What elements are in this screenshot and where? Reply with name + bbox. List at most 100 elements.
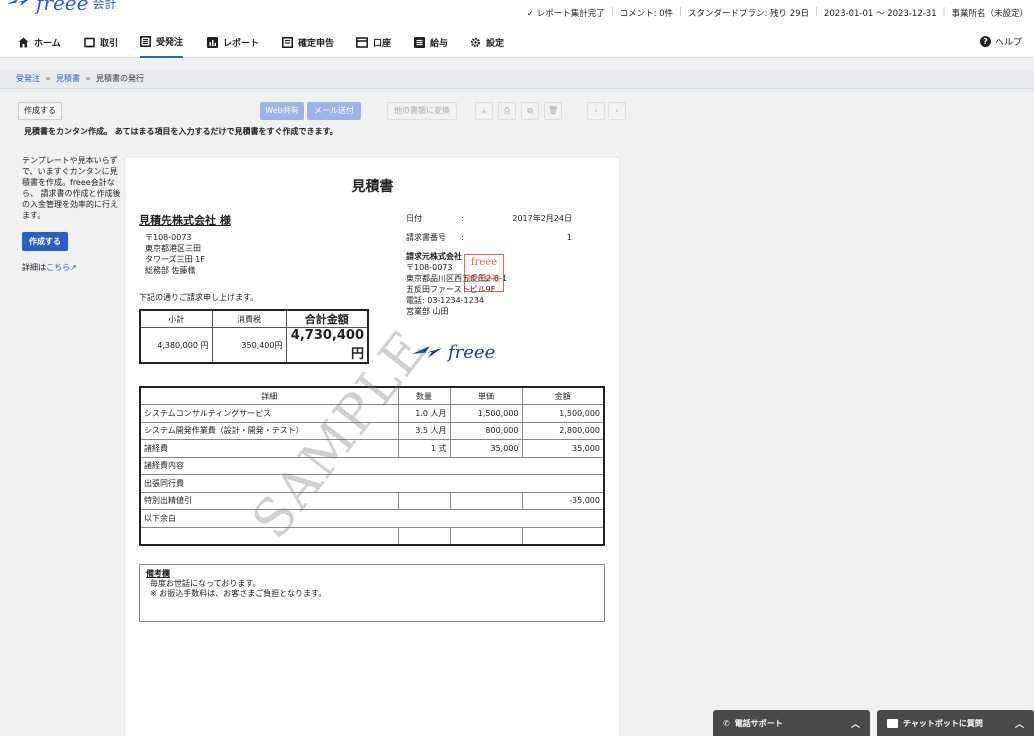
order-icon [140,35,151,47]
detail-cell: 35,000 [449,439,523,458]
detail-cell: 以下余白 [139,509,605,528]
divider: | [610,7,614,17]
account-icon [356,36,368,48]
top-status-bar: freee 会計 ✓ レポート集計完了 | コメント: 0件 | スタンダードプラン… [0,0,1034,26]
nav-label: ホーム [34,38,61,49]
nav-item-tax-return[interactable]: 確定申告 [282,26,334,58]
detail-cell: 諸経費内容 [139,456,605,475]
nav-label: 取引 [100,38,119,49]
report-icon [207,36,218,48]
address-line: 東京都港区三田 [145,244,201,253]
company-seal: freee 株式会社 [464,254,504,292]
estimate-document: 見積書 見積先株式会社 様 〒108-0073 東京都港区三田 タワーズ三田 1… [126,158,619,736]
subtotal-value: 4,380,000 円 [139,327,213,364]
create-button[interactable]: 作成する [18,102,62,120]
tax-return-icon [282,36,293,48]
nav-item-orders[interactable]: 受発注 [140,26,184,58]
chat-icon [887,718,898,728]
lead-text: 下記の通りご請求申し上げます。 [139,293,259,302]
meta-colon: : [461,214,464,223]
nav-label: レポート [223,38,260,49]
detail-cell [397,526,451,545]
web-share-button[interactable]: Web共有 [260,102,304,120]
help-link[interactable]: ? ヘルプ [979,35,1022,48]
more-link[interactable]: こちら [46,263,70,272]
chevron-up-icon: ︿ [1014,719,1024,730]
meta-row: 請求書番号: 1 [406,231,572,244]
detail-cell: 特別出精値引 [139,491,399,510]
nav-label: 給与 [430,38,449,49]
detail-header: 金額 [521,386,605,405]
nav-item-payroll[interactable]: 給与 [414,26,448,58]
detail-header-row: 詳細 数量 単価 金額 [139,386,605,405]
convert-button[interactable]: 他の書類に変換 [387,102,457,120]
address-line: タワーズ三田 1F [145,255,205,264]
download-icon[interactable]: ⤓ [475,102,493,120]
detail-cell: 諸経費 [139,439,399,458]
total-value: 4,730,400円 [285,327,369,364]
plan-status[interactable]: スタンダードプラン: 残り 29日 [688,7,809,19]
nav-item-transactions[interactable]: 取引 [84,26,118,58]
table-row: 特別出精値引 -35,000 [139,491,605,510]
detail-cell: 1,500,000 [521,404,605,423]
breadcrumb-current: 見積書の発行 [96,74,144,83]
sidebar-create-button[interactable]: 作成する [22,232,68,251]
detail-cell [449,491,523,510]
address-line: 〒108-0073 [145,233,192,242]
detail-cell: 出張同行費 [139,474,605,493]
seal-line: freee [470,257,498,268]
phone-support-label-group: ✆ 電話サポート [723,718,783,729]
copy-icon[interactable]: ⧉ [521,102,539,120]
toolbar: 作成する Web共有 メール送付 他の書類に変換 ⤓ ⎙ ⧉ 🗑 ‹ › 見積書… [0,96,1034,136]
comment-count[interactable]: コメント: 0件 [620,7,673,19]
toolbar-description: 見積書をカンタン作成。 あてはまる項目を入力するだけで見積書をすぐ作成できます。 [24,127,338,136]
meta-row: 日付: 2017年2月24日 [406,212,572,225]
divider: | [815,7,818,17]
breadcrumb: 受発注 » 見積書 » 見積書の発行 [0,69,1034,89]
promo-sidebar: テンプレートや見本いらずで、いますぐカンタンに見積書を作成。freee会計なら、… [22,155,122,273]
print-icon[interactable]: ⎙ [498,102,516,120]
transaction-icon [84,37,95,47]
breadcrumb-estimates[interactable]: 見積書 [56,74,80,83]
detail-cell: 1 式 [397,439,451,458]
payroll-icon [414,36,425,48]
phone-icon: ✆ [723,718,730,728]
office-name[interactable]: 事業所名（未設定） [951,7,1028,19]
tax-value: 350,400円 [211,327,287,364]
freee-logo[interactable]: freee 会計 [6,0,117,15]
divider: | [679,7,682,17]
detail-cell [397,491,451,510]
nav-item-accounts[interactable]: 口座 [356,26,391,58]
more-prefix: 詳細は [22,263,46,272]
help-label: ヘルプ [994,38,1022,48]
prev-icon[interactable]: ‹ [587,102,605,120]
meta-key: 請求書番号 [406,233,446,242]
nav-item-reports[interactable]: レポート [207,26,259,58]
status-info: ✓ レポート集計完了 | コメント: 0件 | スタンダードプラン: 残り 29日 |… [527,7,1028,19]
table-row: 出張同行費 [139,474,605,493]
fiscal-period[interactable]: 2023-01-01 〜 2023-12-31 [824,7,937,19]
meta-colon: : [461,233,464,242]
report-status: ✓ レポート集計完了 [526,9,605,19]
gear-icon [470,37,481,47]
nav-item-home[interactable]: ホーム [18,26,61,58]
phone-support-bar[interactable]: ✆ 電話サポート ︿ [713,710,870,736]
address-line: 総務部 佐藤様 [145,266,196,275]
delete-icon[interactable]: 🗑 [544,102,562,120]
next-icon[interactable]: › [608,102,626,120]
document-title: 見積書 [351,179,394,195]
chatbot-bar[interactable]: チャットボットに質問 ︿ [877,710,1034,736]
nav-item-settings[interactable]: 設定 [470,26,504,58]
breadcrumb-orders[interactable]: 受発注 [16,74,40,83]
detail-cell: 3.5 人月 [397,421,451,440]
mail-send-button[interactable]: メール送付 [307,102,361,120]
divider: | [942,7,946,17]
signature-text: freee [446,342,495,363]
external-link-icon: ↗ [70,263,77,272]
swallow-logo-icon [7,0,29,6]
remarks-box: 備考欄 毎度お世話になっております。 ※ お振込手数料は、お客さまご負担となりま… [139,564,605,622]
meta-value: 2017年2月24日 [512,214,572,223]
detail-cell [521,526,605,545]
table-row: システム開発作業費（設計・開発・テスト） 3.5 人月 800,000 2,800,0… [139,421,605,440]
detail-cell: システムコンサルティングサービス [139,404,399,423]
